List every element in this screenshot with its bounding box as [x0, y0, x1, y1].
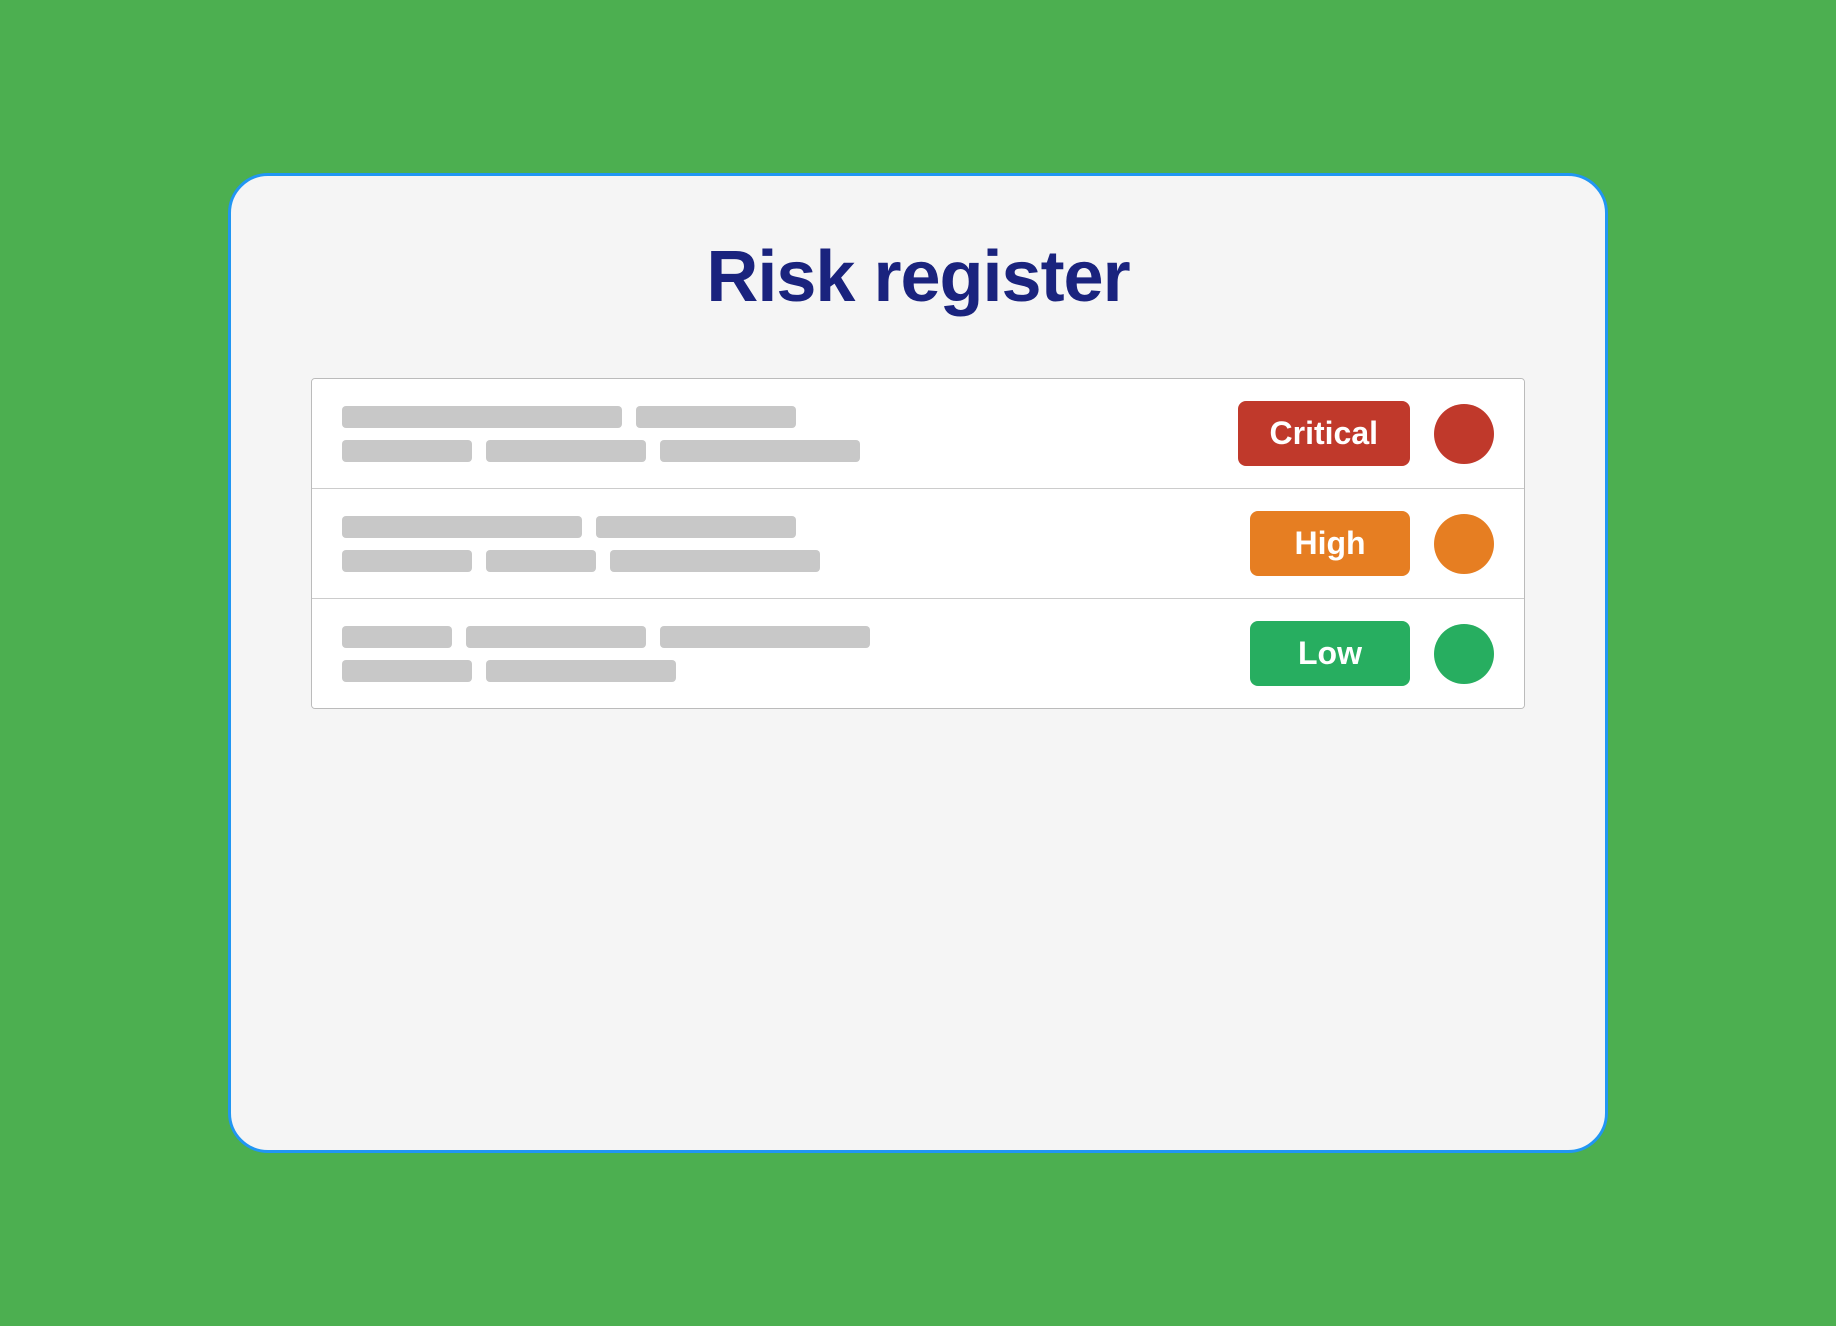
text-placeholder — [342, 550, 472, 572]
status-dot-low — [1434, 624, 1494, 684]
register-row-low: Low — [312, 599, 1524, 708]
text-placeholder — [660, 626, 870, 648]
text-placeholder — [342, 660, 472, 682]
text-placeholder — [486, 550, 596, 572]
severity-badge-high[interactable]: High — [1250, 511, 1410, 576]
text-placeholder — [596, 516, 796, 538]
text-placeholder — [342, 440, 472, 462]
text-placeholder — [660, 440, 860, 462]
risk-register-card: Risk register Critical — [228, 173, 1608, 1153]
text-placeholder — [610, 550, 820, 572]
status-dot-high — [1434, 514, 1494, 574]
row-actions-critical: Critical — [1238, 401, 1494, 466]
text-blocks-line1 — [342, 406, 1218, 428]
text-placeholder — [342, 406, 622, 428]
row-content-low — [342, 626, 1230, 682]
text-blocks-line1 — [342, 516, 1230, 538]
row-actions-low: Low — [1250, 621, 1494, 686]
text-blocks-line2 — [342, 440, 1218, 462]
text-blocks-line2 — [342, 550, 1230, 572]
page-title: Risk register — [706, 236, 1129, 318]
text-placeholder — [636, 406, 796, 428]
severity-badge-critical[interactable]: Critical — [1238, 401, 1410, 466]
register-table: Critical High — [311, 378, 1525, 709]
text-placeholder — [342, 516, 582, 538]
row-actions-high: High — [1250, 511, 1494, 576]
severity-badge-low[interactable]: Low — [1250, 621, 1410, 686]
status-dot-critical — [1434, 404, 1494, 464]
text-placeholder — [486, 660, 676, 682]
row-content-critical — [342, 406, 1218, 462]
row-content-high — [342, 516, 1230, 572]
text-placeholder — [486, 440, 646, 462]
text-blocks-line2 — [342, 660, 1230, 682]
register-row-high: High — [312, 489, 1524, 599]
text-placeholder — [342, 626, 452, 648]
text-blocks-line1 — [342, 626, 1230, 648]
register-row-critical: Critical — [312, 379, 1524, 489]
text-placeholder — [466, 626, 646, 648]
